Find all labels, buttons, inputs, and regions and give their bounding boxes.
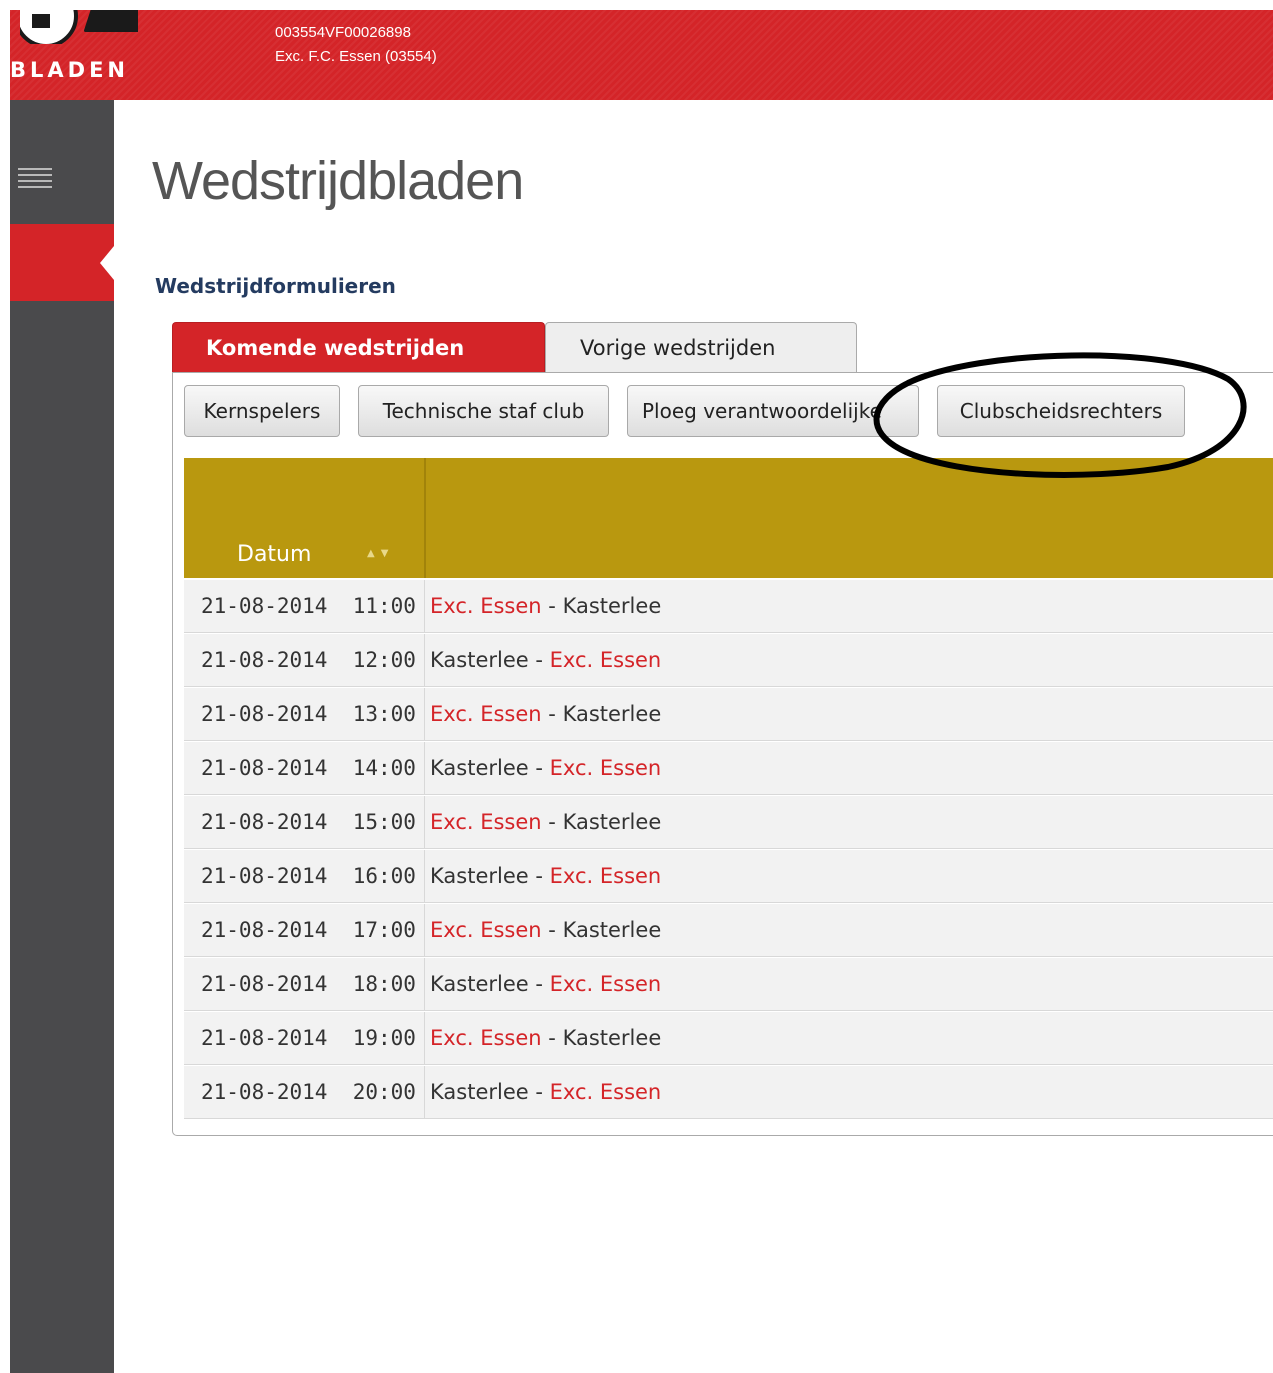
team-separator: - — [548, 1026, 556, 1050]
tab-vorige-wedstrijden[interactable]: Vorige wedstrijden — [545, 322, 857, 372]
clubscheidsrechters-button[interactable]: Clubscheidsrechters — [937, 385, 1185, 437]
match-time: 11:00 — [352, 594, 416, 618]
match-time: 20:00 — [352, 1080, 416, 1104]
table-row[interactable]: 21-08-2014 15:00 Exc. Essen - Kasterlee — [184, 796, 1273, 849]
table-row[interactable]: 21-08-2014 19:00 Exc. Essen - Kasterlee — [184, 1012, 1273, 1065]
team-separator: - — [535, 972, 543, 996]
match-time: 13:00 — [352, 702, 416, 726]
table-row[interactable]: 21-08-2014 17:00 Exc. Essen - Kasterlee — [184, 904, 1273, 957]
match-date: 21-08-2014 — [201, 1080, 328, 1104]
team-separator: - — [548, 918, 556, 942]
page-title: Wedstrijdbladen — [152, 151, 524, 211]
match-datetime: 21-08-2014 16:00 — [201, 850, 416, 902]
team-separator: - — [548, 594, 556, 618]
team-separator: - — [535, 756, 543, 780]
table-row[interactable]: 21-08-2014 14:00 Kasterlee - Exc. Essen — [184, 742, 1273, 795]
home-team: Kasterlee — [430, 648, 529, 672]
match-date: 21-08-2014 — [201, 810, 328, 834]
match-datetime: 21-08-2014 20:00 — [201, 1066, 416, 1118]
match-date: 21-08-2014 — [201, 648, 328, 672]
home-team: Kasterlee — [430, 972, 529, 996]
tab-komende-wedstrijden[interactable]: Komende wedstrijden — [172, 322, 545, 372]
match-time: 14:00 — [352, 756, 416, 780]
home-team: Exc. Essen — [430, 918, 542, 942]
home-team: Exc. Essen — [430, 810, 542, 834]
match-datetime: 21-08-2014 15:00 — [201, 796, 416, 848]
match-teams[interactable]: Exc. Essen - Kasterlee — [430, 904, 661, 956]
match-time: 16:00 — [352, 864, 416, 888]
match-datetime: 21-08-2014 14:00 — [201, 742, 416, 794]
away-team: Kasterlee — [562, 594, 662, 618]
grid-header: Datum ▲▼ — [184, 458, 1273, 578]
away-team: Kasterlee — [562, 810, 662, 834]
match-datetime: 21-08-2014 17:00 — [201, 904, 416, 956]
table-row[interactable]: 21-08-2014 11:00 Exc. Essen - Kasterlee — [184, 580, 1273, 633]
away-team: Exc. Essen — [549, 1080, 662, 1104]
club-name: Exc. F.C. Essen (03554) — [275, 48, 437, 65]
away-team: Kasterlee — [562, 918, 662, 942]
match-datetime: 21-08-2014 11:00 — [201, 580, 416, 632]
match-time: 19:00 — [352, 1026, 416, 1050]
home-team: Exc. Essen — [430, 702, 542, 726]
team-separator: - — [535, 1080, 543, 1104]
away-team: Exc. Essen — [549, 864, 662, 888]
team-separator: - — [535, 864, 543, 888]
table-row[interactable]: 21-08-2014 12:00 Kasterlee - Exc. Essen — [184, 634, 1273, 687]
account-code: 003554VF00026898 — [275, 24, 411, 41]
match-datetime: 21-08-2014 12:00 — [201, 634, 416, 686]
match-teams[interactable]: Exc. Essen - Kasterlee — [430, 1012, 661, 1064]
table-row[interactable]: 21-08-2014 13:00 Exc. Essen - Kasterlee — [184, 688, 1273, 741]
match-date: 21-08-2014 — [201, 1026, 328, 1050]
match-teams[interactable]: Kasterlee - Exc. Essen — [430, 850, 661, 902]
match-teams[interactable]: Exc. Essen - Kasterlee — [430, 580, 661, 632]
away-team: Kasterlee — [562, 1026, 662, 1050]
team-separator: - — [535, 648, 543, 672]
table-row[interactable]: 21-08-2014 20:00 Kasterlee - Exc. Essen — [184, 1066, 1273, 1119]
sidebar-item-active[interactable] — [10, 224, 114, 301]
technische-staf-button[interactable]: Technische staf club — [358, 385, 609, 437]
match-datetime: 21-08-2014 19:00 — [201, 1012, 416, 1064]
match-teams[interactable]: Kasterlee - Exc. Essen — [430, 958, 661, 1010]
team-separator: - — [548, 702, 556, 726]
home-team: Exc. Essen — [430, 1026, 542, 1050]
match-date: 21-08-2014 — [201, 864, 328, 888]
away-team: Kasterlee — [562, 702, 662, 726]
match-datetime: 21-08-2014 18:00 — [201, 958, 416, 1010]
table-row[interactable]: 21-08-2014 18:00 Kasterlee - Exc. Essen — [184, 958, 1273, 1011]
match-date: 21-08-2014 — [201, 972, 328, 996]
ploeg-verantwoordelijke-button[interactable]: Ploeg verantwoordelijke — [627, 385, 919, 437]
match-date: 21-08-2014 — [201, 918, 328, 942]
sort-arrows-icon[interactable]: ▲▼ — [367, 548, 394, 560]
match-date: 21-08-2014 — [201, 594, 328, 618]
match-date: 21-08-2014 — [201, 702, 328, 726]
home-team: Kasterlee — [430, 864, 529, 888]
logo-icon[interactable] — [20, 10, 138, 44]
away-team: Exc. Essen — [549, 756, 662, 780]
match-teams[interactable]: Exc. Essen - Kasterlee — [430, 688, 661, 740]
match-datetime: 21-08-2014 13:00 — [201, 688, 416, 740]
away-team: Exc. Essen — [549, 972, 662, 996]
top-header: BLADEN 003554VF00026898 Exc. F.C. Essen … — [10, 10, 1273, 100]
match-teams[interactable]: Kasterlee - Exc. Essen — [430, 634, 661, 686]
away-team: Exc. Essen — [549, 648, 662, 672]
kernspelers-button[interactable]: Kernspelers — [184, 385, 340, 437]
match-time: 18:00 — [352, 972, 416, 996]
home-team: Exc. Essen — [430, 594, 542, 618]
match-teams[interactable]: Exc. Essen - Kasterlee — [430, 796, 661, 848]
hamburger-icon[interactable] — [18, 168, 52, 192]
home-team: Kasterlee — [430, 1080, 529, 1104]
team-separator: - — [548, 810, 556, 834]
match-time: 12:00 — [352, 648, 416, 672]
match-time: 17:00 — [352, 918, 416, 942]
match-teams[interactable]: Kasterlee - Exc. Essen — [430, 742, 661, 794]
match-teams[interactable]: Kasterlee - Exc. Essen — [430, 1066, 661, 1118]
table-row[interactable]: 21-08-2014 16:00 Kasterlee - Exc. Essen — [184, 850, 1273, 903]
sidebar — [10, 100, 114, 1373]
match-date: 21-08-2014 — [201, 756, 328, 780]
section-title: Wedstrijdformulieren — [155, 274, 396, 298]
column-header-datum[interactable]: Datum — [237, 540, 311, 570]
match-time: 15:00 — [352, 810, 416, 834]
home-team: Kasterlee — [430, 756, 529, 780]
logo-text: BLADEN — [10, 58, 129, 82]
